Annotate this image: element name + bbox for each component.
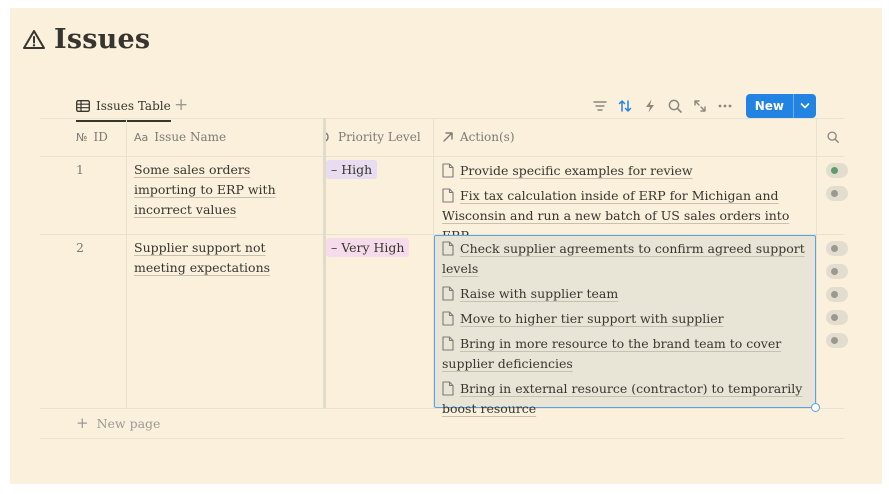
priority-tag-high: – High [326,160,378,179]
row-2-id: 2 [76,240,84,255]
plus-icon: + [76,414,89,432]
page: Issues Issues Table + New № ID Aa Issue … [10,8,882,484]
row-2-priority[interactable]: – Very High [326,238,410,258]
row-1-priority[interactable]: – High [326,160,378,180]
tab-issues-table[interactable]: Issues Table [76,92,171,122]
status-badge[interactable] [826,310,848,325]
column-header-actions[interactable]: Action(s) [442,118,515,156]
number-icon: № [76,130,88,144]
new-page-button[interactable]: + New page [76,414,160,432]
select-property-icon [326,132,329,142]
new-page-label: New page [96,415,161,431]
resize-handle[interactable] [811,403,820,412]
toolbar-actions: New [592,92,816,120]
page-icon [442,163,454,178]
relation-icon [443,132,453,142]
action-item[interactable]: Bring in external resource (contractor) … [442,379,807,419]
divider [40,156,844,157]
status-badge[interactable] [826,264,848,279]
column-header-priority[interactable]: Priority Level [326,118,421,156]
divider [40,438,844,439]
page-icon [442,286,454,301]
expand-icon[interactable] [692,98,708,114]
status-badge[interactable] [826,163,848,178]
column-header-issue-name[interactable]: Aa Issue Name [134,118,226,156]
action-label: Provide specific examples for review [460,163,693,178]
row-1-id: 1 [76,162,84,177]
action-item[interactable]: Move to higher tier support with supplie… [442,309,807,329]
view-toolbar: Issues Table + New [76,92,816,122]
action-label: Move to higher tier support with supplie… [460,311,724,326]
column-header-label: Priority Level [338,130,421,144]
column-header-label: Issue Name [154,130,227,144]
action-label: Check supplier agreements to confirm agr… [442,241,805,276]
title-property-icon: Aa [134,130,149,144]
new-button-label: New [754,99,784,113]
page-icon [442,381,454,396]
action-item[interactable]: Provide specific examples for review [442,161,807,181]
priority-tag-very-high: – Very High [326,238,410,257]
action-item[interactable]: Raise with supplier team [442,284,807,304]
page-header: Issues [22,24,150,55]
action-item[interactable]: Check supplier agreements to confirm agr… [442,239,807,279]
action-label: Bring in external resource (contractor) … [442,381,803,416]
more-icon[interactable] [717,98,733,114]
page-icon [442,188,454,203]
chevron-down-icon[interactable] [793,94,816,118]
search-icon[interactable] [667,98,683,114]
status-badge[interactable] [826,241,848,256]
row-2-issue-name[interactable]: Supplier support not meeting expectation… [134,238,314,278]
column-divider [126,118,127,408]
new-button[interactable]: New [745,94,816,118]
table-icon [76,100,90,112]
column-header-label: Action(s) [460,130,515,144]
page-icon [442,336,454,351]
row-2-actions: Check supplier agreements to confirm agr… [442,239,807,424]
sort-icon[interactable] [617,98,633,114]
priority-label: High [341,162,373,177]
status-badge[interactable] [826,287,848,302]
column-header-label: ID [93,130,108,144]
action-item[interactable]: Bring in more resource to the brand team… [442,334,807,374]
column-divider [816,118,817,408]
filter-icon[interactable] [592,98,608,114]
search-icon [827,131,839,143]
tab-label: Issues Table [96,99,171,113]
action-label: Bring in more resource to the brand team… [442,336,782,371]
automation-icon[interactable] [642,98,658,114]
page-icon [442,311,454,326]
warning-icon [23,29,45,49]
row-1-issue-name[interactable]: Some sales orders importing to ERP with … [134,160,314,220]
page-title: Issues [54,24,151,55]
priority-label: Very High [341,240,405,255]
column-header-id[interactable]: № ID [76,118,108,156]
column-search-button[interactable] [826,118,840,156]
action-label: Raise with supplier team [460,286,619,301]
add-view-icon[interactable]: + [174,95,188,115]
status-badge[interactable] [826,333,848,348]
status-badge[interactable] [826,186,848,201]
page-icon [442,241,454,256]
